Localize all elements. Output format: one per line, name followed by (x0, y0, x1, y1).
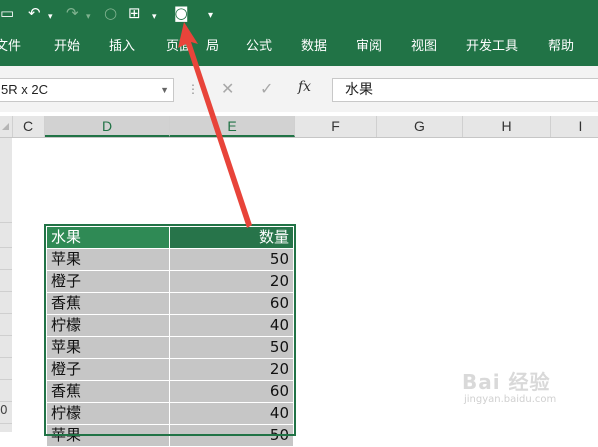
title-ribbon-band: ▭ ↶ ▾ ↷ ▾ ○ ⊞ ▾ ◙ ▾ 文件 开始 插入 页面 局 公式 数据 … (0, 0, 598, 66)
row-divider (0, 357, 12, 358)
table-row: 苹果 50 (45, 336, 294, 359)
tab-help[interactable]: 帮助 (548, 34, 574, 60)
table-row: 香蕉 60 (45, 292, 294, 315)
cell-fruit[interactable]: 苹果 (45, 336, 171, 359)
formula-input[interactable]: 水果 (332, 78, 598, 102)
header-cell-quantity[interactable]: 数量 (169, 226, 294, 249)
camera-icon[interactable]: ◙ (174, 3, 189, 23)
formula-bar: 5R x 2C ▼ ⋮ ✕ ✓ fx 水果 (0, 66, 598, 112)
cell-fruit[interactable]: 香蕉 (45, 380, 171, 403)
row-divider (0, 379, 12, 380)
column-header-g[interactable]: G (377, 116, 463, 137)
column-header-e[interactable]: E (170, 116, 295, 137)
redo-dropdown-icon[interactable]: ▾ (86, 7, 91, 27)
undo-dropdown-icon[interactable]: ▾ (48, 7, 53, 27)
cell-fruit[interactable]: 苹果 (45, 424, 171, 447)
row-divider (0, 247, 12, 248)
tab-file[interactable]: 文件 (0, 34, 21, 60)
tab-page-layout-part2[interactable]: 局 (206, 34, 219, 60)
tab-page-layout-part1[interactable]: 页面 (166, 34, 192, 60)
separator-dots-icon: ⋮ (187, 82, 199, 96)
circle-icon[interactable]: ○ (104, 3, 117, 23)
row-divider (0, 269, 12, 270)
undo-icon[interactable]: ↶ (28, 3, 41, 23)
cell-fruit[interactable]: 柠檬 (45, 314, 171, 337)
row-number-partial: 0 (0, 403, 8, 417)
row-divider (0, 335, 12, 336)
quick-access-toolbar: ▭ ↶ ▾ ↷ ▾ ○ ⊞ ▾ ◙ ▾ (0, 0, 598, 26)
save-icon[interactable]: ▭ (0, 3, 14, 23)
cell-quantity[interactable]: 20 (169, 358, 294, 381)
cell-fruit[interactable]: 橙子 (45, 270, 171, 293)
column-headers: C D E F G H I (0, 116, 598, 138)
table-row: 橙子 20 (45, 358, 294, 381)
insert-function-button[interactable]: fx (298, 79, 311, 95)
cell-quantity[interactable]: 40 (169, 402, 294, 425)
table-row: 柠檬 40 (45, 402, 294, 425)
cell-fruit[interactable]: 香蕉 (45, 292, 171, 315)
row-divider (0, 423, 12, 424)
confirm-icon[interactable]: ✓ (260, 79, 273, 98)
row-divider (0, 313, 12, 314)
tab-developer[interactable]: 开发工具 (466, 34, 518, 60)
table-header-row: 水果 数量 (45, 226, 294, 249)
row-divider (0, 222, 12, 223)
tab-view[interactable]: 视图 (411, 34, 437, 60)
table-row: 橙子 20 (45, 270, 294, 293)
table-row: 苹果 50 (45, 248, 294, 271)
cell-fruit[interactable]: 苹果 (45, 248, 171, 271)
cell-quantity[interactable]: 60 (169, 292, 294, 315)
select-all-icon (2, 123, 9, 130)
tab-home[interactable]: 开始 (54, 34, 80, 60)
watermark: Bai 经验 jingyan.baidu.com (462, 366, 592, 412)
chevron-down-icon[interactable]: ▼ (160, 79, 169, 101)
row-divider (0, 401, 12, 402)
row-divider (0, 291, 12, 292)
name-box-value: 5R x 2C (1, 82, 48, 97)
cell-quantity[interactable]: 40 (169, 314, 294, 337)
cell-quantity[interactable]: 60 (169, 380, 294, 403)
column-header-c[interactable]: C (12, 116, 45, 137)
customize-toolbar-icon[interactable]: ▾ (208, 6, 213, 26)
column-header-f[interactable]: F (295, 116, 377, 137)
tab-formulas[interactable]: 公式 (246, 34, 272, 60)
watermark-sub: jingyan.baidu.com (464, 394, 557, 405)
cell-quantity[interactable]: 50 (169, 248, 294, 271)
table-row: 柠檬 40 (45, 314, 294, 337)
ribbon-tabs: 文件 开始 插入 页面 局 公式 数据 审阅 视图 开发工具 帮助 (0, 34, 598, 60)
fruit-table: 水果 数量 苹果 50 橙子 20 香蕉 60 柠檬 40 苹果 50 橙子 2… (45, 226, 294, 447)
format-dropdown-icon[interactable]: ▾ (152, 7, 157, 27)
cell-fruit[interactable]: 柠檬 (45, 402, 171, 425)
name-box[interactable]: 5R x 2C ▼ (0, 78, 174, 102)
tab-review[interactable]: 审阅 (356, 34, 382, 60)
tab-insert[interactable]: 插入 (109, 34, 135, 60)
cancel-icon[interactable]: ✕ (221, 79, 234, 98)
column-header-d[interactable]: D (45, 116, 170, 137)
format-painter-icon[interactable]: ⊞ (128, 3, 141, 23)
column-header-h[interactable]: H (463, 116, 551, 137)
redo-icon[interactable]: ↷ (66, 3, 79, 23)
cell-quantity[interactable]: 50 (169, 336, 294, 359)
table-row: 苹果 50 (45, 424, 294, 447)
header-cell-fruit[interactable]: 水果 (45, 226, 171, 249)
watermark-main: Bai 经验 (462, 370, 551, 394)
cell-fruit[interactable]: 橙子 (45, 358, 171, 381)
cell-quantity[interactable]: 50 (169, 424, 294, 447)
column-header-i[interactable]: I (551, 116, 598, 137)
table-row: 香蕉 60 (45, 380, 294, 403)
cell-quantity[interactable]: 20 (169, 270, 294, 293)
tab-data[interactable]: 数据 (301, 34, 327, 60)
